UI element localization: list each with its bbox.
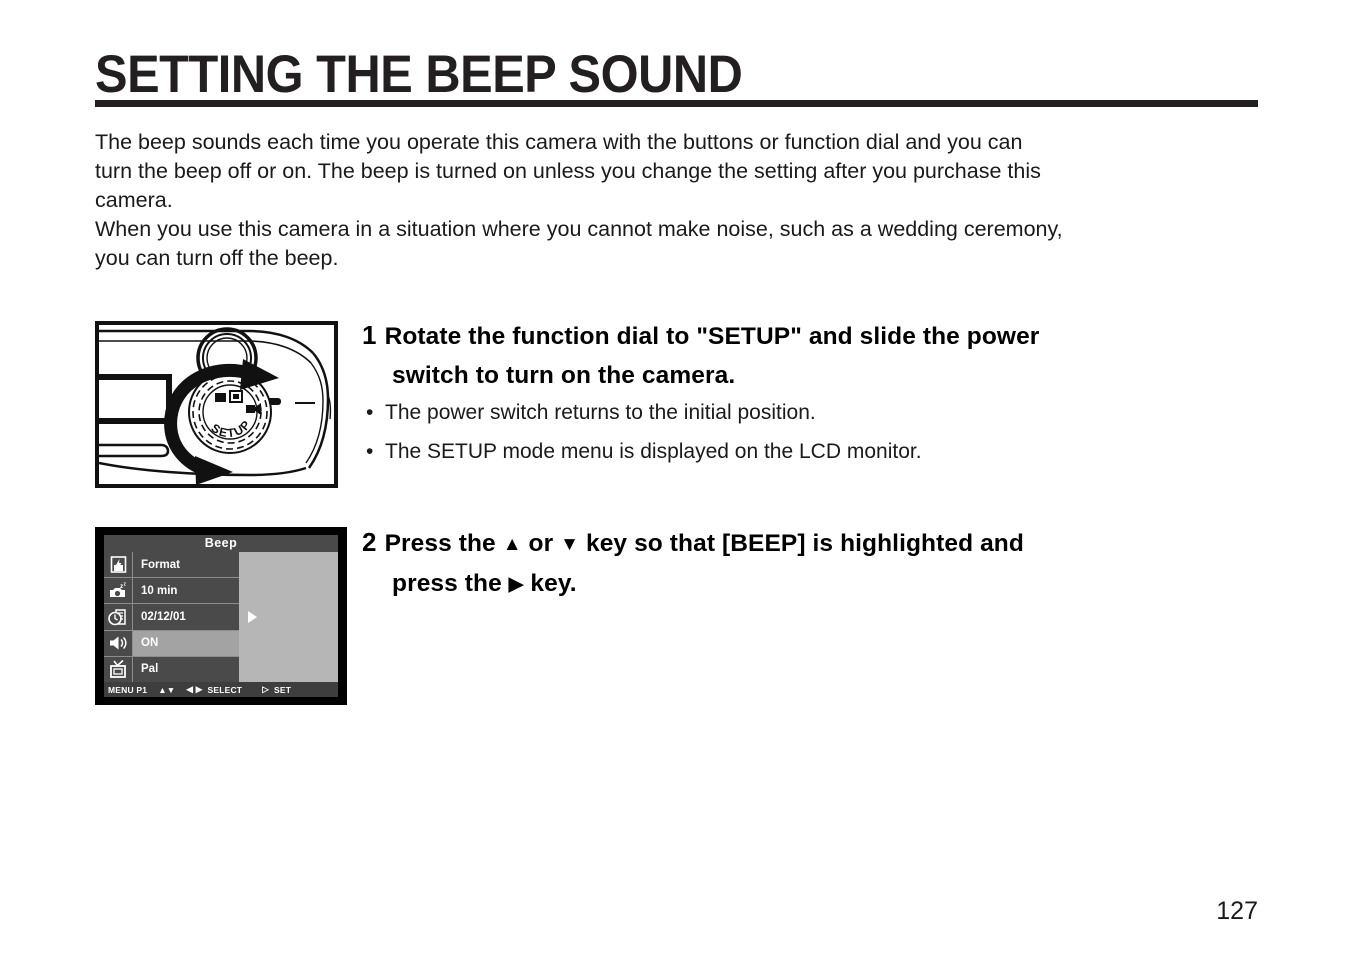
- list-item: • The SETUP mode menu is displayed on the…: [366, 432, 1126, 471]
- camera-illustration-svg: SETUP: [99, 327, 332, 484]
- date-clock-icon: [104, 604, 133, 630]
- step-1-heading-line-2: switch to turn on the camera.: [392, 362, 736, 389]
- bullet-dot-icon: •: [366, 440, 374, 463]
- step-2-line2-part-1: press the: [392, 570, 502, 597]
- lcd-footer-select: SELECT: [207, 684, 243, 695]
- lcd-title-bar: Beep: [104, 535, 338, 552]
- list-item: • The power switch returns to the initial…: [366, 393, 1126, 432]
- right-arrow-key-icon: ▶: [508, 574, 524, 595]
- video-out-tv-icon: [104, 656, 133, 683]
- set-arrow-icon: ▷: [262, 684, 269, 694]
- lcd-inner-panel: Beep Format z z 10 min 02/12/01 ON Pal M…: [104, 535, 338, 697]
- step-1-heading: 1 Rotate the function dial to "SETUP" and…: [362, 316, 1192, 395]
- step-2-heading-line-2: press the ▶ key.: [362, 564, 1202, 604]
- lcd-menu-rows: Format z z 10 min 02/12/01 ON Pal: [104, 552, 239, 683]
- beep-speaker-icon: [104, 630, 133, 656]
- step-2-heading: 2 Press the ▲ or ▼ key so that [BEEP] is …: [362, 523, 1202, 604]
- intro-line-4: When you use this camera in a situation …: [95, 217, 1063, 241]
- page-number: 127: [1216, 897, 1258, 925]
- playback-mode-icon: [233, 394, 239, 399]
- step-2-line2-part-2: key.: [530, 570, 577, 597]
- intro-line-3: camera.: [95, 188, 173, 212]
- lcd-row-auto-power-off[interactable]: z z 10 min: [104, 578, 239, 605]
- bullet-dot-icon: •: [366, 401, 374, 424]
- step-2-number: 2: [362, 527, 377, 557]
- down-arrow-key-icon: ▼: [560, 534, 580, 555]
- lcd-row-beep-value: ON: [133, 630, 239, 656]
- step-1-bullet-2: The SETUP mode menu is displayed on the …: [385, 440, 922, 463]
- format-card-icon: [104, 552, 133, 578]
- lcd-row-beep[interactable]: ON: [104, 630, 239, 657]
- lcd-footer-set: SET: [273, 684, 292, 695]
- lcd-row-auto-power-off-label: 10 min: [133, 578, 239, 604]
- lcd-footer-bar: MENU P1 ▲▼ ◀ ▶ SELECT ▷ SET: [104, 682, 338, 697]
- intro-line-1: The beep sounds each time you operate th…: [95, 130, 1023, 154]
- camera-dial-illustration: SETUP: [95, 321, 338, 488]
- intro-line-5: you can turn off the beep.: [95, 246, 339, 270]
- lcd-row-date[interactable]: 02/12/01: [104, 604, 239, 631]
- intro-paragraph: The beep sounds each time you operate th…: [95, 128, 1265, 273]
- lcd-body: Format z z 10 min 02/12/01 ON Pal: [104, 552, 338, 683]
- step-1-bullet-1: The power switch returns to the initial …: [385, 401, 816, 424]
- svg-text:z: z: [123, 582, 126, 588]
- lcd-row-format[interactable]: Format: [104, 552, 239, 579]
- page-title: SETTING THE BEEP SOUND: [95, 45, 743, 104]
- up-arrow-key-icon: ▲: [502, 534, 522, 555]
- step-1-bullet-list: • The power switch returns to the initial…: [366, 393, 1126, 471]
- right-triangle-icon: [248, 611, 257, 623]
- lcd-menu-screenshot: Beep Format z z 10 min 02/12/01 ON Pal M…: [95, 527, 347, 705]
- step-2-part-1: Press the: [384, 530, 496, 557]
- lcd-right-panel: [239, 552, 338, 682]
- lcd-footer-menu: MENU P1: [108, 684, 148, 695]
- left-right-arrows-icon: ◀ ▶: [186, 684, 203, 694]
- camera-mode-icon: [215, 393, 226, 402]
- lcd-row-video-out[interactable]: Pal: [104, 656, 239, 683]
- camera-lcd-panel-icon: [99, 374, 172, 424]
- step-1-number: 1: [362, 320, 377, 350]
- lcd-row-video-out-label: Pal: [133, 656, 239, 683]
- step-2-part-2: key so that [BEEP] is highlighted and: [585, 530, 1024, 557]
- step-1-heading-line-1: Rotate the function dial to "SETUP" and …: [384, 323, 1040, 350]
- up-down-arrows-icon: ▲▼: [158, 684, 176, 695]
- lcd-row-format-label: Format: [133, 552, 239, 578]
- camera-grip-slot-icon: [99, 443, 170, 458]
- step-2-or: or: [528, 530, 554, 557]
- lcd-row-date-label: 02/12/01: [133, 604, 239, 630]
- intro-line-2: turn the beep off or on. The beep is tur…: [95, 159, 1041, 183]
- title-underline-rule: [95, 100, 1258, 107]
- auto-power-off-icon: z z: [104, 578, 133, 604]
